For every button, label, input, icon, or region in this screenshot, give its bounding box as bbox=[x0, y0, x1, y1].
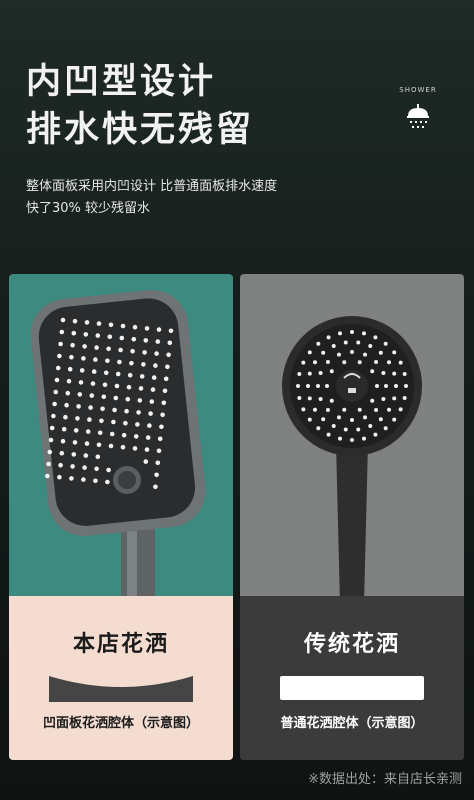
headline: 内凹型设计 排水快无残留 bbox=[26, 58, 254, 154]
card-traditional-shower: 传统花洒 普通花洒腔体（示意图） bbox=[240, 274, 464, 760]
flat-panel-diagram bbox=[280, 676, 424, 700]
shower-icon bbox=[407, 104, 429, 128]
our-shower-title: 本店花洒 bbox=[72, 632, 169, 657]
concave-panel-diagram bbox=[49, 676, 193, 702]
description-line-1: 整体面板采用内凹设计 比普通面板排水速度 bbox=[26, 179, 278, 194]
headline-line-1: 内凹型设计 bbox=[26, 62, 217, 102]
description-line-2: 快了30% 较少残留水 bbox=[26, 201, 151, 216]
square-shower-head-image bbox=[30, 289, 206, 596]
our-shower-caption: 凹面板花洒腔体（示意图） bbox=[42, 716, 199, 731]
description: 整体面板采用内凹设计 比普通面板排水速度 快了30% 较少残留水 bbox=[26, 176, 277, 220]
card-traditional-shower-footer: 传统花洒 普通花洒腔体（示意图） bbox=[240, 596, 464, 760]
card-our-shower-footer: 本店花洒 凹面板花洒腔体（示意图） bbox=[9, 596, 233, 760]
round-shower-head-image bbox=[282, 316, 422, 596]
traditional-shower-caption: 普通花洒腔体（示意图） bbox=[280, 716, 424, 731]
data-source-note: ※数据出处：来自店长亲测 bbox=[308, 772, 462, 787]
traditional-shower-title: 传统花洒 bbox=[303, 632, 400, 657]
shower-tag: SHOWER bbox=[388, 86, 448, 132]
card-our-shower: 本店花洒 凹面板花洒腔体（示意图） bbox=[9, 274, 233, 760]
headline-line-2: 排水快无残留 bbox=[26, 110, 255, 150]
shower-label: SHOWER bbox=[399, 86, 437, 94]
